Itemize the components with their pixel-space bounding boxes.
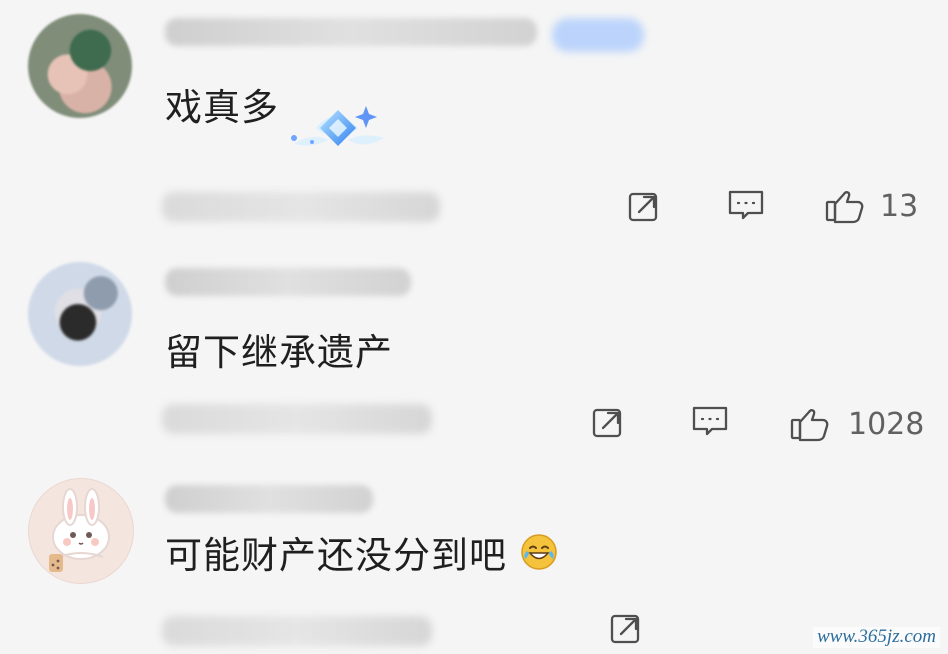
avatar[interactable] — [28, 262, 132, 366]
username-blurred[interactable] — [165, 485, 373, 513]
comment-meta-blurred — [162, 616, 432, 646]
comment-icon[interactable] — [690, 402, 730, 442]
comment-meta-blurred — [162, 192, 440, 222]
comment-text: 可能财产还没分到吧 — [165, 534, 507, 577]
comment-icon[interactable] — [726, 186, 766, 226]
like-count: 13 — [880, 189, 919, 224]
comment-text: 留下继承遗产 — [165, 331, 393, 374]
like-count: 1028 — [848, 407, 925, 442]
watermark: www.365jz.com — [813, 626, 940, 648]
share-icon[interactable] — [590, 404, 628, 442]
username-blurred[interactable] — [165, 268, 411, 296]
share-icon[interactable] — [626, 188, 664, 226]
like-icon[interactable] — [824, 184, 868, 228]
diamond-sticker-icon — [291, 106, 384, 146]
user-badge — [552, 18, 644, 52]
comment-text: 戏真多 — [165, 86, 279, 129]
like-icon[interactable] — [789, 402, 833, 446]
comment-meta-blurred — [162, 404, 432, 434]
share-icon[interactable] — [608, 610, 646, 648]
username-blurred[interactable] — [165, 18, 537, 46]
bunny-avatar-icon — [49, 488, 110, 572]
laughing-crying-emoji-icon — [521, 534, 557, 570]
avatar[interactable] — [28, 14, 132, 118]
avatar[interactable] — [28, 478, 134, 584]
